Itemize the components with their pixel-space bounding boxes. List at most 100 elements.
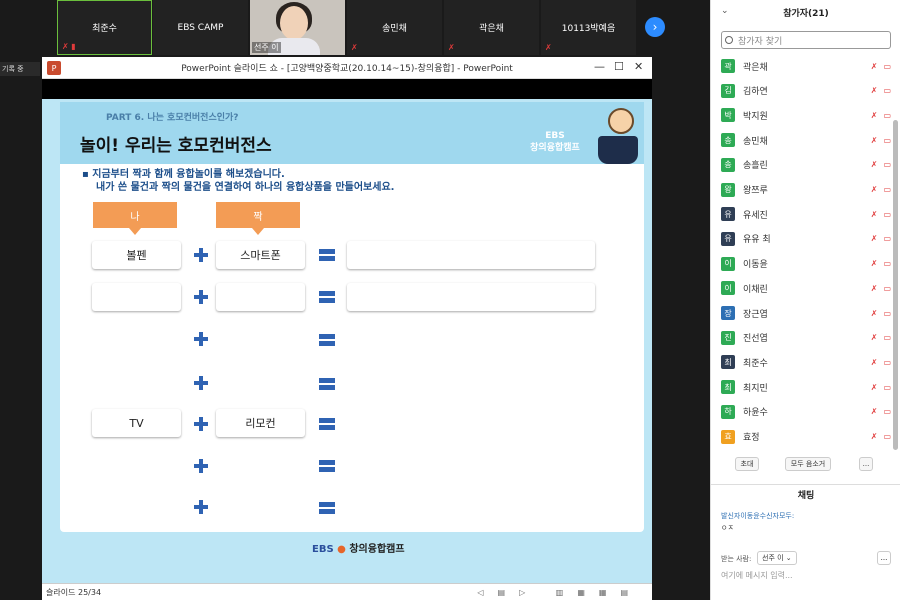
- item-box-partner: 스마트폰: [216, 241, 305, 269]
- send-to-label: 받는 사람:: [721, 555, 752, 563]
- participant-row[interactable]: 송 송민채 ✗ ▭: [721, 128, 891, 152]
- participant-row[interactable]: 박 박지원 ✗ ▭: [721, 103, 891, 127]
- equals-icon: [319, 334, 335, 346]
- instruction-line: ▪ 지금부터 짝과 함께 융합놀이를 해보겠습니다.: [82, 169, 285, 180]
- participant-row[interactable]: 왕 왕쯔루 ✗ ▭: [721, 178, 891, 202]
- more-options-button[interactable]: ...: [859, 457, 873, 471]
- participant-row[interactable]: 최 최지민 ✗ ▭: [721, 375, 891, 399]
- participant-tile[interactable]: 송민채 ✗: [347, 0, 442, 55]
- participant-tile[interactable]: EBS CAMP: [153, 0, 248, 55]
- participant-row[interactable]: 하 하윤수 ✗ ▭: [721, 400, 891, 424]
- send-to-select[interactable]: 선주 이 ⌄: [757, 551, 797, 565]
- plus-icon: [194, 417, 208, 431]
- camera-off-icon[interactable]: ▭: [883, 383, 891, 392]
- mic-muted-icon[interactable]: ✗: [871, 407, 878, 416]
- item-box-partner: 리모컨: [216, 409, 305, 437]
- instruction-text: ▪ 지금부터 짝과 함께 융합놀이를 해보겠습니다. 내가 쓴 물건과 짝의 물…: [82, 168, 394, 194]
- ebs-logo: EBS: [312, 544, 334, 555]
- avatar: 최: [721, 380, 735, 395]
- mic-muted-icon[interactable]: ✗: [871, 185, 878, 194]
- camera-off-icon[interactable]: ▭: [883, 210, 891, 219]
- camera-off-icon[interactable]: ▭: [883, 333, 891, 342]
- participant-row[interactable]: 최 최준수 ✗ ▭: [721, 350, 891, 374]
- next-page-button[interactable]: ›: [645, 17, 665, 37]
- camera-off-icon[interactable]: ▭: [883, 432, 891, 441]
- footer-logo: EBS ● 창의융합캠프: [312, 540, 405, 555]
- avatar: 송: [721, 157, 735, 172]
- scrollbar[interactable]: [893, 120, 898, 450]
- participant-tile[interactable]: 곽은채 ✗: [444, 0, 539, 55]
- participant-row[interactable]: 곽 곽은채 ✗ ▭: [721, 54, 891, 78]
- minimize-button[interactable]: —: [594, 60, 605, 73]
- chat-input[interactable]: 여기에 메시지 입력...: [721, 570, 793, 581]
- mic-muted-icon[interactable]: ✗: [871, 62, 878, 71]
- mute-all-button[interactable]: 모두 음소거: [785, 457, 831, 471]
- camera-off-icon[interactable]: ▭: [883, 407, 891, 416]
- video-gallery: 최준수 ✗ ▮ EBS CAMP 선주 이 송민채 ✗ 곽은채 ✗ 10113박…: [0, 0, 710, 55]
- participant-row[interactable]: 진 진선엽 ✗ ▭: [721, 326, 891, 350]
- mic-muted-icon[interactable]: ✗: [871, 309, 878, 318]
- equals-icon: [319, 460, 335, 472]
- chat-more-button[interactable]: ...: [877, 551, 891, 565]
- camera-off-icon[interactable]: ▭: [883, 284, 891, 293]
- mic-muted-icon[interactable]: ✗: [871, 383, 878, 392]
- camera-off-icon[interactable]: ▭: [883, 136, 891, 145]
- avatar: 이: [721, 281, 735, 296]
- powerpoint-icon: P: [47, 61, 61, 75]
- tile-name: 송민채: [382, 24, 407, 34]
- invite-button[interactable]: 초대: [735, 457, 759, 471]
- avatar: 효: [721, 429, 735, 444]
- camera-off-icon[interactable]: ▭: [883, 234, 891, 243]
- mic-muted-icon[interactable]: ✗: [871, 111, 878, 120]
- person-face: [280, 6, 308, 40]
- camera-off-icon[interactable]: ▭: [883, 185, 891, 194]
- participant-name: 유세진: [743, 210, 768, 221]
- camera-off-icon[interactable]: ▭: [883, 86, 891, 95]
- mic-muted-icon[interactable]: ✗: [871, 284, 878, 293]
- mic-muted-icon[interactable]: ✗: [871, 333, 878, 342]
- participant-row[interactable]: 김 김하연 ✗ ▭: [721, 79, 891, 103]
- mic-muted-icon[interactable]: ✗: [871, 136, 878, 145]
- camera-off-icon[interactable]: ▭: [883, 358, 891, 367]
- slide[interactable]: PART 6. 나는 호모컨버전스인가? 놀이! 우리는 호모컨버전스 EBS …: [42, 99, 652, 585]
- slide-content: PART 6. 나는 호모컨버전스인가? 놀이! 우리는 호모컨버전스 EBS …: [60, 102, 644, 532]
- mic-muted-icon[interactable]: ✗: [871, 160, 878, 169]
- avatar: 곽: [721, 59, 735, 73]
- participant-row[interactable]: 이 이채린 ✗ ▭: [721, 276, 891, 300]
- ebs-camp-badge: EBS 창의융합캠프: [515, 130, 595, 154]
- plus-icon: [194, 332, 208, 346]
- video-tile[interactable]: 선주 이: [250, 0, 345, 55]
- camera-off-icon[interactable]: ▭: [883, 309, 891, 318]
- camera-off-icon[interactable]: ▭: [883, 160, 891, 169]
- mic-muted-icon: ✗ ▮: [62, 42, 76, 51]
- mic-muted-icon[interactable]: ✗: [871, 259, 878, 268]
- plus-icon: [194, 248, 208, 262]
- participant-row[interactable]: 장 장근엽 ✗ ▭: [721, 301, 891, 325]
- participant-name: 최준수: [743, 358, 768, 369]
- close-button[interactable]: ✕: [634, 60, 643, 73]
- participant-tile[interactable]: 최준수 ✗ ▮: [57, 0, 152, 55]
- participant-name: 최지민: [743, 383, 768, 394]
- camera-off-icon[interactable]: ▭: [883, 62, 891, 71]
- participant-row[interactable]: 효 효정 ✗ ▭: [721, 425, 891, 449]
- mic-muted-icon[interactable]: ✗: [871, 432, 878, 441]
- participant-tile[interactable]: 10113박예음 ✗: [541, 0, 636, 55]
- view-controls-icon[interactable]: ◁▤▷ ▥▦▦▤: [477, 588, 642, 597]
- participant-row[interactable]: 이 이동윤 ✗ ▭: [721, 252, 891, 276]
- mic-muted-icon[interactable]: ✗: [871, 210, 878, 219]
- participant-search-input[interactable]: 참가자 찾기: [721, 31, 891, 49]
- mic-muted-icon[interactable]: ✗: [871, 86, 878, 95]
- participant-row[interactable]: 유 유유 최 ✗ ▭: [721, 227, 891, 251]
- mic-muted-icon[interactable]: ✗: [871, 358, 878, 367]
- tag-me: 나: [93, 202, 177, 235]
- search-icon: [725, 36, 733, 44]
- participant-row[interactable]: 유 유세진 ✗ ▭: [721, 202, 891, 226]
- recording-button[interactable]: 기록 중: [0, 62, 40, 76]
- badge-line: EBS: [545, 131, 565, 141]
- camera-off-icon[interactable]: ▭: [883, 111, 891, 120]
- mic-muted-icon[interactable]: ✗: [871, 234, 878, 243]
- camera-off-icon[interactable]: ▭: [883, 259, 891, 268]
- item-box-me: [92, 283, 181, 311]
- participant-row[interactable]: 송 송흘린 ✗ ▭: [721, 153, 891, 177]
- maximize-button[interactable]: ☐: [614, 60, 624, 73]
